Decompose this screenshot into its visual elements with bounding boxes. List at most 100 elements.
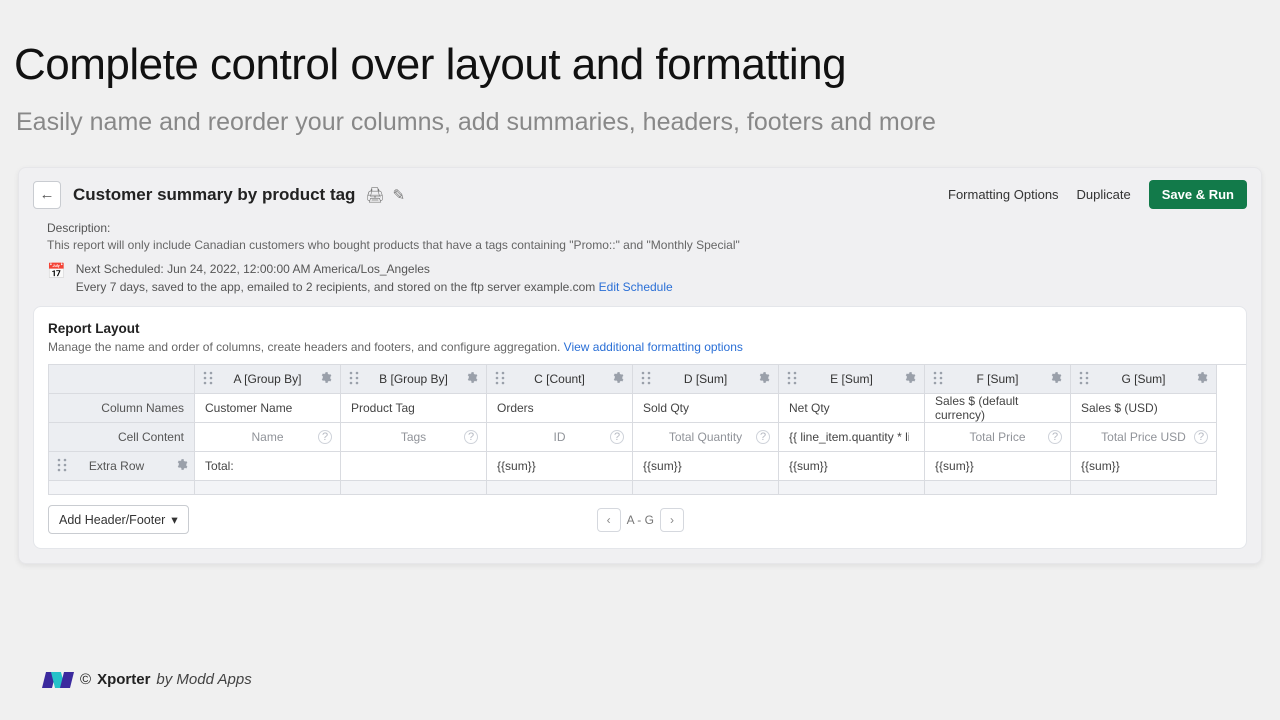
- edit-icon[interactable]: ✎: [393, 186, 406, 204]
- column-name-value[interactable]: Product Tag: [351, 401, 415, 415]
- print-icon[interactable]: 🖨: [365, 186, 384, 204]
- extra-row-value[interactable]: {{sum}}: [789, 459, 828, 473]
- help-icon[interactable]: ?: [464, 430, 478, 444]
- extra-row-value[interactable]: {{sum}}: [1081, 459, 1120, 473]
- product-name: Xporter: [97, 671, 150, 688]
- column-name-cell[interactable]: Net Qty: [779, 394, 925, 423]
- drag-handle-icon[interactable]: [787, 371, 797, 388]
- grid-spacer: [633, 481, 779, 495]
- extra-row-value[interactable]: {{sum}}: [935, 459, 974, 473]
- help-icon[interactable]: ?: [756, 430, 770, 444]
- column-name-value[interactable]: Net Qty: [789, 401, 830, 415]
- extra-row-cell[interactable]: [341, 452, 487, 481]
- help-icon[interactable]: ?: [318, 430, 332, 444]
- column-name-cell[interactable]: Orders: [487, 394, 633, 423]
- column-name-value[interactable]: Sold Qty: [643, 401, 689, 415]
- column-name-value[interactable]: Sales $ (USD): [1081, 401, 1158, 415]
- column-name-cell[interactable]: Sales $ (USD): [1071, 394, 1217, 423]
- edit-schedule-link[interactable]: Edit Schedule: [599, 280, 673, 294]
- extra-row-value[interactable]: Total:: [205, 459, 234, 473]
- grid-corner: [49, 365, 195, 394]
- drag-handle-icon[interactable]: [57, 458, 67, 475]
- column-name-value[interactable]: Sales $ (default currency): [935, 394, 1060, 422]
- column-name-value[interactable]: Customer Name: [205, 401, 292, 415]
- duplicate-link[interactable]: Duplicate: [1077, 187, 1131, 202]
- column-header[interactable]: B [Group By]: [341, 365, 487, 394]
- cell-content-value[interactable]: Tags: [401, 430, 426, 444]
- back-button[interactable]: ←: [33, 181, 61, 209]
- cell-content-cell[interactable]: {{ line_item.quantity * line_it: [779, 423, 925, 452]
- product-byline: by Modd Apps: [156, 671, 251, 688]
- pager-next-button[interactable]: ›: [660, 508, 684, 532]
- column-name-cell[interactable]: Product Tag: [341, 394, 487, 423]
- extra-row-cell[interactable]: {{sum}}: [487, 452, 633, 481]
- column-header[interactable]: D [Sum]: [633, 365, 779, 394]
- calendar-icon: 📅: [47, 262, 66, 280]
- additional-formatting-link[interactable]: View additional formatting options: [564, 340, 743, 354]
- help-icon[interactable]: ?: [610, 430, 624, 444]
- extra-row-cell[interactable]: {{sum}}: [925, 452, 1071, 481]
- report-layout-sub: Manage the name and order of columns, cr…: [48, 340, 564, 354]
- page-footer: © Xporter by Modd Apps: [44, 671, 252, 688]
- schedule-frequency-text: Every 7 days, saved to the app, emailed …: [76, 280, 599, 294]
- cell-content-value[interactable]: Total Price: [969, 430, 1025, 444]
- extra-row-cell[interactable]: {{sum}}: [779, 452, 925, 481]
- column-header[interactable]: G [Sum]: [1071, 365, 1217, 394]
- gear-icon[interactable]: [1195, 371, 1208, 387]
- drag-handle-icon[interactable]: [641, 371, 651, 388]
- column-name-value[interactable]: Orders: [497, 401, 534, 415]
- grid-spacer: [1071, 481, 1217, 495]
- drag-handle-icon[interactable]: [203, 371, 213, 388]
- column-header[interactable]: E [Sum]: [779, 365, 925, 394]
- extra-row-cell[interactable]: {{sum}}: [633, 452, 779, 481]
- extra-row-cell[interactable]: {{sum}}: [1071, 452, 1217, 481]
- row-label-extra-row[interactable]: Extra Row: [49, 452, 195, 481]
- xporter-logo-icon: [44, 672, 72, 688]
- grid-spacer: [779, 481, 925, 495]
- column-header[interactable]: F [Sum]: [925, 365, 1071, 394]
- drag-handle-icon[interactable]: [495, 371, 505, 388]
- add-header-footer-button[interactable]: Add Header/Footer▾: [48, 505, 189, 534]
- gear-icon[interactable]: [1049, 371, 1062, 387]
- cell-content-value[interactable]: Total Price USD: [1101, 430, 1186, 444]
- layout-grid: A [Group By] B [Group By]C [Count]D [Sum]…: [48, 364, 1246, 495]
- pager-prev-button[interactable]: ‹: [597, 508, 621, 532]
- gear-icon[interactable]: [175, 458, 188, 474]
- extra-row-value[interactable]: {{sum}}: [497, 459, 536, 473]
- cell-content-cell[interactable]: Total Price USD?: [1071, 423, 1217, 452]
- cell-content-value[interactable]: {{ line_item.quantity * line_it: [789, 430, 909, 444]
- extra-row-value[interactable]: {{sum}}: [643, 459, 682, 473]
- column-name-cell[interactable]: Sales $ (default currency): [925, 394, 1071, 423]
- column-name-cell[interactable]: Customer Name: [195, 394, 341, 423]
- column-name-cell[interactable]: Sold Qty: [633, 394, 779, 423]
- gear-icon[interactable]: [757, 371, 770, 387]
- gear-icon[interactable]: [319, 371, 332, 387]
- pager-range: A - G: [627, 513, 654, 527]
- column-code: G [Sum]: [1121, 372, 1165, 386]
- cell-content-value[interactable]: Total Quantity: [669, 430, 742, 444]
- gear-icon[interactable]: [611, 371, 624, 387]
- cell-content-cell[interactable]: Name?: [195, 423, 341, 452]
- extra-row-cell[interactable]: Total:: [195, 452, 341, 481]
- help-icon[interactable]: ?: [1194, 430, 1208, 444]
- cell-content-cell[interactable]: ID?: [487, 423, 633, 452]
- help-icon[interactable]: ?: [1048, 430, 1062, 444]
- gear-icon[interactable]: [465, 371, 478, 387]
- drag-handle-icon[interactable]: [1079, 371, 1089, 388]
- cell-content-value[interactable]: ID: [554, 430, 566, 444]
- description-text: This report will only include Canadian c…: [47, 238, 1247, 252]
- column-code: A [Group By]: [233, 372, 301, 386]
- cell-content-cell[interactable]: Total Price?: [925, 423, 1071, 452]
- column-header[interactable]: C [Count]: [487, 365, 633, 394]
- grid-spacer: [49, 481, 195, 495]
- save-run-button[interactable]: Save & Run: [1149, 180, 1247, 209]
- slide-title: Complete control over layout and formatt…: [14, 40, 1268, 90]
- gear-icon[interactable]: [903, 371, 916, 387]
- formatting-options-link[interactable]: Formatting Options: [948, 187, 1059, 202]
- cell-content-cell[interactable]: Tags?: [341, 423, 487, 452]
- cell-content-value[interactable]: Name: [251, 430, 283, 444]
- cell-content-cell[interactable]: Total Quantity?: [633, 423, 779, 452]
- drag-handle-icon[interactable]: [933, 371, 943, 388]
- drag-handle-icon[interactable]: [349, 371, 359, 388]
- column-header[interactable]: A [Group By]: [195, 365, 341, 394]
